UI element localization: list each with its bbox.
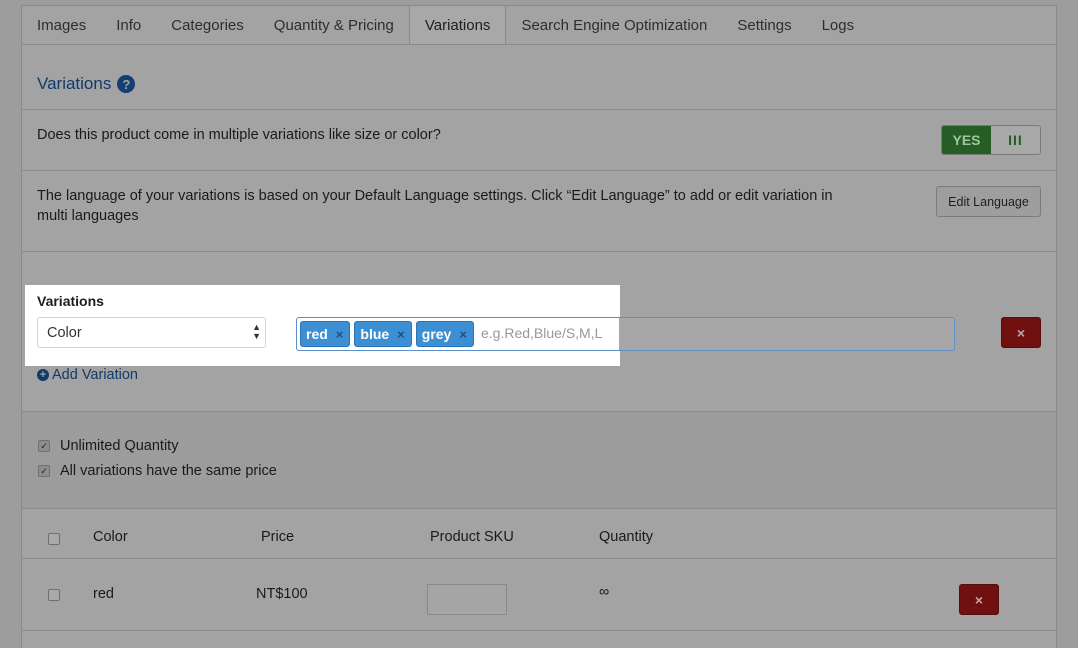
remove-row-button[interactable]: ×: [959, 584, 999, 615]
section-heading: Variations ?: [37, 74, 136, 94]
divider: [21, 109, 1057, 110]
row-price: NT$100: [256, 586, 308, 602]
tag-label: blue: [360, 326, 390, 342]
multi-variation-toggle[interactable]: YES III: [941, 125, 1041, 155]
tab-categories[interactable]: Categories: [156, 6, 259, 45]
same-price-option[interactable]: ✓ All variations have the same price: [38, 463, 277, 479]
divider: [21, 630, 1057, 631]
tab-seo[interactable]: Search Engine Optimization: [506, 6, 722, 45]
tag-blue: blue ×: [354, 321, 412, 347]
tag-label: grey: [421, 326, 452, 342]
plus-circle-icon: +: [37, 369, 49, 381]
column-header-color: Color: [93, 529, 128, 545]
tag-remove-icon[interactable]: ×: [397, 327, 405, 342]
variation-tags: red × blue × grey ×: [300, 321, 474, 347]
tag-grey: grey ×: [415, 321, 474, 347]
column-header-quantity: Quantity: [599, 529, 653, 545]
divider: [21, 251, 1057, 252]
variation-type-value: Color: [47, 324, 82, 341]
tab-images[interactable]: Images: [22, 6, 101, 45]
tab-settings[interactable]: Settings: [722, 6, 806, 45]
add-variation-link[interactable]: + Add Variation: [37, 367, 138, 383]
variation-type-select[interactable]: Color ▲ ▼: [37, 317, 266, 348]
toggle-no[interactable]: III: [991, 126, 1040, 154]
help-icon[interactable]: ?: [117, 75, 136, 93]
row-color: red: [93, 586, 114, 602]
select-all-checkbox[interactable]: [48, 533, 60, 545]
edit-language-button[interactable]: Edit Language: [936, 186, 1041, 217]
row-sku-input[interactable]: [427, 584, 507, 615]
divider: [21, 558, 1057, 559]
unlimited-quantity-label: Unlimited Quantity: [60, 438, 179, 454]
column-header-price: Price: [261, 529, 295, 545]
divider: [21, 508, 1057, 509]
tab-logs[interactable]: Logs: [807, 6, 870, 45]
tab-quantity-pricing[interactable]: Quantity & Pricing: [259, 6, 409, 45]
divider: [21, 170, 1057, 171]
column-header-sku: Product SKU: [430, 529, 514, 545]
options-section: [22, 412, 1056, 508]
same-price-checkbox[interactable]: ✓: [38, 465, 50, 477]
tag-red: red ×: [300, 321, 351, 347]
tab-bar: Images Info Categories Quantity & Pricin…: [21, 5, 1057, 45]
variations-label: Variations: [37, 293, 104, 309]
tag-input-placeholder: e.g.Red,Blue/S,M,L: [481, 325, 603, 341]
tab-info[interactable]: Info: [101, 6, 156, 45]
add-variation-label: Add Variation: [52, 367, 138, 383]
tab-variations[interactable]: Variations: [408, 6, 507, 45]
unlimited-quantity-option[interactable]: ✓ Unlimited Quantity: [38, 438, 178, 454]
select-arrows-icon: ▲ ▼: [252, 322, 261, 341]
language-info-text: The language of your variations is based…: [37, 188, 833, 224]
row-checkbox[interactable]: [48, 589, 60, 601]
tag-remove-icon[interactable]: ×: [336, 327, 344, 342]
tag-remove-icon[interactable]: ×: [459, 327, 467, 342]
tag-label: red: [306, 326, 328, 342]
row-quantity: ∞: [599, 584, 610, 600]
toggle-yes[interactable]: YES: [942, 126, 991, 154]
same-price-label: All variations have the same price: [60, 463, 277, 479]
unlimited-quantity-checkbox[interactable]: ✓: [38, 440, 50, 452]
section-title: Variations: [37, 74, 112, 93]
multi-variation-question: Does this product come in multiple varia…: [37, 127, 441, 143]
remove-variation-button[interactable]: ×: [1001, 317, 1041, 348]
